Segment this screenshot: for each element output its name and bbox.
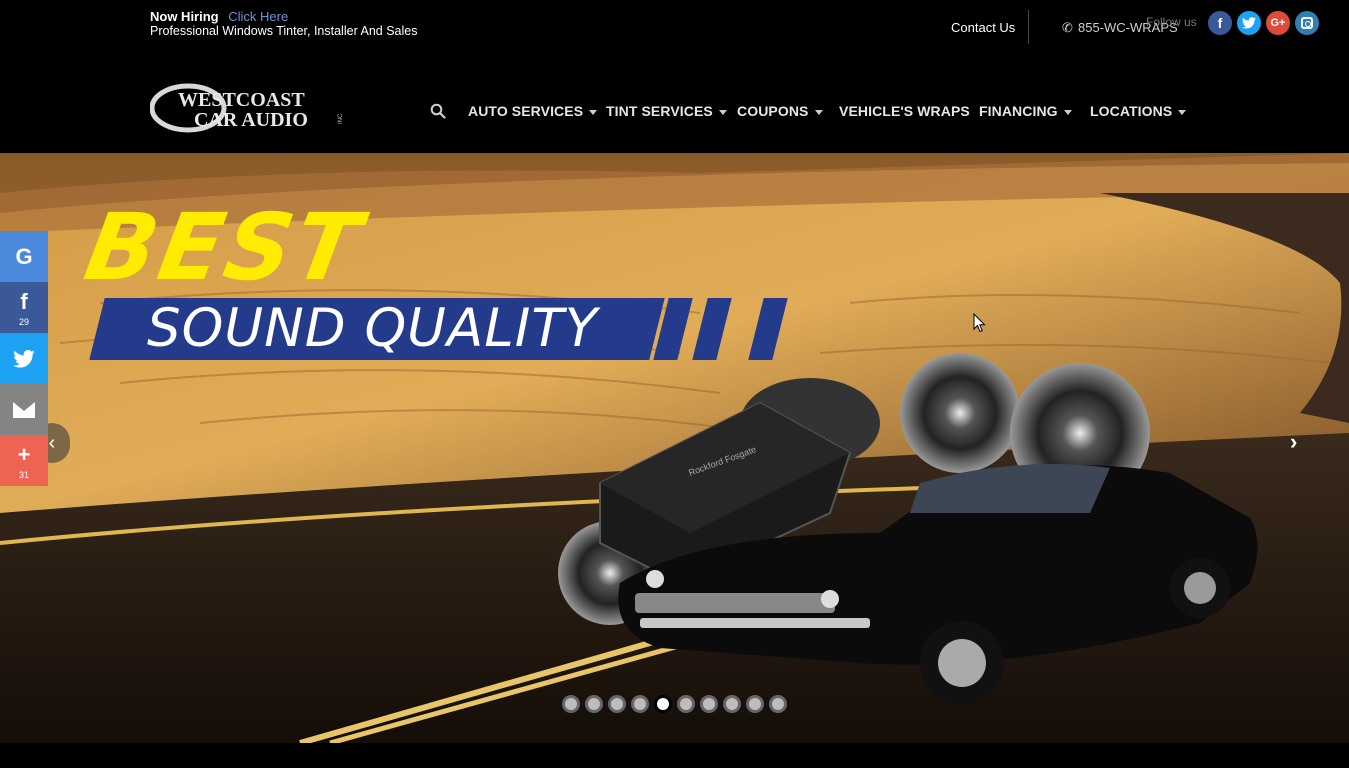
slide-dot[interactable] (677, 695, 695, 713)
slide-dot[interactable] (723, 695, 741, 713)
hiring-link[interactable]: Click Here (228, 9, 288, 24)
envelope-icon (13, 401, 35, 418)
plus-icon: + (17, 441, 31, 467)
hero-slider[interactable]: Rockford Fosgate BEST SOUND QUALITY ‹ › (0, 153, 1349, 743)
logo-suffix: INC (338, 113, 344, 124)
hero-subheadline: SOUND QUALITY (147, 298, 599, 359)
slide-dot[interactable] (746, 695, 764, 713)
slide-dot[interactable] (585, 695, 603, 713)
hero-headline: BEST (77, 194, 371, 301)
slide-dot[interactable] (631, 695, 649, 713)
share-facebook-button[interactable]: f 29 (0, 282, 48, 333)
logo-line1: WESTCOAST (178, 89, 305, 111)
nav-label: AUTO SERVICES (468, 103, 584, 119)
nav-label: FINANCING (979, 103, 1058, 119)
follow-us-label: Follow us (1146, 15, 1197, 29)
google-plus-icon[interactable]: G+ (1266, 11, 1290, 35)
google-icon: G (15, 243, 33, 269)
nav-financing[interactable]: FINANCING (979, 103, 1072, 119)
slide-dot-active[interactable] (654, 695, 672, 713)
logo-line2: CAR AUDIO (194, 109, 308, 131)
nav-label: COUPONS (737, 103, 809, 119)
twitter-icon (13, 349, 35, 368)
chevron-down-icon (1178, 109, 1187, 115)
share-count: 29 (18, 316, 29, 327)
instagram-icon[interactable] (1295, 11, 1319, 35)
hiring-notice: Now Hiring Click Here Professional Windo… (150, 9, 418, 39)
share-count: 31 (18, 469, 29, 480)
slide-dot[interactable] (562, 695, 580, 713)
search-icon[interactable] (430, 103, 446, 119)
slide-dot[interactable] (700, 695, 718, 713)
top-bar: Now Hiring Click Here Professional Windo… (0, 0, 1349, 55)
nav-coupons[interactable]: COUPONS (737, 103, 823, 119)
nav-label: VEHICLE'S WRAPS (839, 103, 970, 119)
hiring-description: Professional Windows Tinter, Installer A… (150, 24, 418, 38)
facebook-icon: f (20, 288, 28, 314)
chevron-down-icon (814, 109, 823, 115)
hiring-label: Now Hiring (150, 9, 219, 24)
share-email-button[interactable] (0, 384, 48, 435)
chevron-down-icon (1063, 109, 1072, 115)
chevron-down-icon (718, 109, 727, 115)
facebook-icon[interactable]: f (1208, 11, 1232, 35)
nav-tint-services[interactable]: TINT SERVICES (606, 103, 727, 119)
nav-label: TINT SERVICES (606, 103, 713, 119)
site-logo[interactable]: WESTCOAST CAR AUDIO INC (149, 82, 350, 134)
share-twitter-button[interactable] (0, 333, 48, 384)
share-more-button[interactable]: + 31 (0, 435, 48, 486)
nav-auto-services[interactable]: AUTO SERVICES (468, 103, 598, 119)
nav-vehicles-wraps[interactable]: VEHICLE'S WRAPS (839, 103, 970, 119)
slide-dot[interactable] (769, 695, 787, 713)
divider (1028, 10, 1029, 44)
next-slide-arrow-icon[interactable]: › (1290, 429, 1297, 455)
chevron-down-icon (589, 109, 598, 115)
mouse-cursor-icon (973, 313, 986, 333)
share-google-button[interactable]: G (0, 231, 48, 282)
twitter-icon[interactable] (1237, 11, 1261, 35)
phone-icon: ✆ (1062, 20, 1073, 35)
nav-label: LOCATIONS (1090, 103, 1173, 119)
contact-us-link[interactable]: Contact Us (951, 20, 1015, 35)
nav-locations[interactable]: LOCATIONS (1090, 103, 1187, 119)
slide-dot[interactable] (608, 695, 626, 713)
slider-pagination (562, 695, 787, 713)
